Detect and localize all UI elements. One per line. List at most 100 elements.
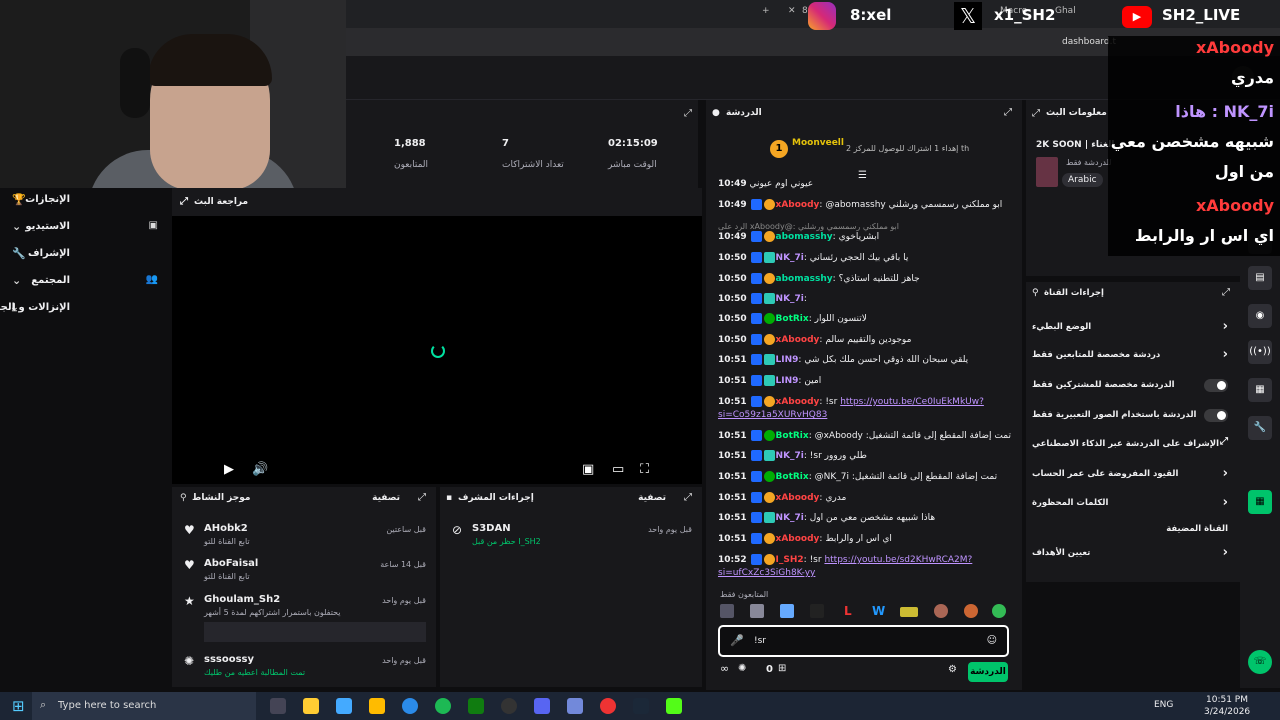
new-tab-button[interactable]: + <box>762 6 770 22</box>
chrome-icon[interactable] <box>600 698 616 714</box>
emoji-icon[interactable]: ☺ <box>987 635 997 646</box>
chat-username[interactable]: NK_7i <box>776 253 804 263</box>
channel-action-row[interactable]: تعيين الأهداف › <box>1032 544 1228 564</box>
chat-username[interactable]: xAboody <box>776 200 820 210</box>
taskbar-search[interactable]: ⌕ Type here to search <box>32 692 256 720</box>
sidebar-item-drops[interactable]: ⤓الإنزالات و الجوائز <box>0 298 160 320</box>
clock-time[interactable]: 10:51 PM <box>1206 695 1248 705</box>
shield-icon: ▪ <box>446 493 453 503</box>
fullscreen-icon[interactable]: ⛶ <box>640 462 649 477</box>
channel-action-row[interactable]: دردشة مخصصة للمتابعين فقط › <box>1032 346 1228 366</box>
channel-action-row[interactable]: الدردشة مخصصة للمشتركين فقط <box>1032 376 1228 396</box>
chat-username[interactable]: LIN9 <box>776 355 799 365</box>
sidebar-item-community[interactable]: ⌄ المجتمع 👥 <box>10 271 160 293</box>
note-icon[interactable]: ▤ <box>1248 266 1272 290</box>
emote-icon[interactable] <box>992 604 1006 618</box>
chat-username[interactable]: xAboody <box>776 397 820 407</box>
points-icon[interactable]: ✺ <box>738 663 746 674</box>
channel-action-row[interactable]: الدردشة باستخدام الصور التعبيرية فقط <box>1032 406 1228 426</box>
emote-icon[interactable] <box>964 604 978 618</box>
wrench-icon[interactable]: 🔧 <box>1248 416 1272 440</box>
language-indicator[interactable]: ENG <box>1154 700 1173 710</box>
clock-date[interactable]: 3/24/2026 <box>1204 707 1250 717</box>
theater-icon[interactable]: ▭ <box>612 462 624 477</box>
chat-username[interactable]: abomasshy <box>776 232 833 242</box>
chat-username[interactable]: BotRix <box>776 431 809 441</box>
emote-icon[interactable] <box>780 604 794 618</box>
task-view-icon[interactable] <box>270 698 286 714</box>
popout-icon[interactable]: ⤢ <box>1004 107 1012 118</box>
emote-icon[interactable] <box>900 607 918 617</box>
discord-icon[interactable] <box>534 698 550 714</box>
play-icon[interactable]: ▶ <box>224 462 234 477</box>
emote-icon[interactable]: L <box>844 604 852 618</box>
app-icon[interactable] <box>567 698 583 714</box>
chat-username[interactable]: xAboody <box>776 493 820 503</box>
volume-icon[interactable]: 🔊 <box>252 462 268 477</box>
chat-username[interactable]: LIN9 <box>776 376 799 386</box>
message-time: 10:51 <box>718 376 747 386</box>
chat-username[interactable]: NK_7i <box>776 451 804 461</box>
chat-username[interactable]: BotRix <box>776 472 809 482</box>
channel-action-row[interactable]: الإشراف على الدردشة عبر الذكاء الاصطناعي… <box>1032 435 1228 455</box>
chat-username[interactable]: I_SH2 <box>776 555 804 565</box>
obs-icon[interactable] <box>501 698 517 714</box>
popout-icon[interactable]: ⤢ <box>1032 108 1040 119</box>
vip-badge-icon <box>763 252 775 263</box>
channel-action-row[interactable]: الكلمات المحظورة › <box>1032 494 1228 514</box>
sidebar-item-moderation[interactable]: 🔧 الإشراف <box>10 244 160 266</box>
emote-icon[interactable] <box>934 604 948 618</box>
chat-username[interactable]: NK_7i <box>776 513 804 523</box>
popout-icon[interactable]: ⤢ <box>684 108 692 119</box>
filter-button[interactable]: تصفية <box>638 493 666 503</box>
play-store-icon[interactable] <box>336 698 352 714</box>
edge-icon[interactable] <box>402 698 418 714</box>
copilot-icon[interactable] <box>303 698 319 714</box>
sidebar-item-achievements[interactable]: 🏆 الإنجازات <box>10 190 160 212</box>
chat-input[interactable]: 🎤 !sr ☺ <box>718 625 1009 657</box>
chat-message: 10:50 abomasshy: جاهز للتطنيه استاذي؟ <box>718 273 920 284</box>
sidebar-item-studio[interactable]: ⌄ الاستيديو ▣ <box>10 217 160 239</box>
popout-icon[interactable]: ⤢ <box>180 196 188 207</box>
microphone-icon[interactable]: 🎤 <box>730 634 744 647</box>
emote-icon[interactable] <box>720 604 734 618</box>
chat-bubble-icon[interactable]: ◉ <box>1248 304 1272 328</box>
gift-icon[interactable]: ⊞ <box>778 663 786 674</box>
channel-action-row[interactable]: الوضع البطيء › <box>1032 318 1228 338</box>
channel-action-row[interactable]: القيود المفروضة على عمر الحساب › <box>1032 465 1228 485</box>
chat-username[interactable]: xAboody <box>776 335 820 345</box>
steam-icon[interactable] <box>633 698 649 714</box>
verified-badge-icon <box>763 471 775 482</box>
windows-start-icon[interactable]: ⊞ <box>12 697 25 715</box>
tab-close-icon[interactable]: ✕ <box>788 6 796 22</box>
xbox-icon[interactable] <box>468 698 484 714</box>
spotify-icon[interactable] <box>435 698 451 714</box>
clapper-icon[interactable]: ▦ <box>1248 490 1272 514</box>
emote-icon[interactable]: W <box>872 604 885 618</box>
chat-username[interactable]: abomasshy <box>776 274 833 284</box>
kick-icon[interactable] <box>666 698 682 714</box>
broadcast-icon[interactable]: ((•)) <box>1248 340 1272 364</box>
gear-icon[interactable]: ⚙ <box>948 664 957 675</box>
emote-icon[interactable] <box>750 604 764 618</box>
filter-button[interactable]: تصفية <box>372 493 400 503</box>
emote-icon[interactable] <box>810 604 824 618</box>
popout-icon[interactable]: ⤢ <box>684 492 692 503</box>
infinity-icon[interactable]: ∞ <box>720 662 729 675</box>
chat-send-button[interactable]: الدردشة <box>968 662 1008 682</box>
chat-username[interactable]: BotRix <box>776 314 809 324</box>
chat-username[interactable]: xAboody <box>776 534 820 544</box>
popout-icon[interactable]: ⤢ <box>1222 287 1230 298</box>
pip-icon[interactable]: ▣ <box>582 462 594 477</box>
popout-icon[interactable]: ⤢ <box>418 492 426 503</box>
chat-username[interactable]: NK_7i <box>776 294 804 304</box>
person-hair <box>148 34 272 86</box>
pin-icon[interactable]: ⚲ <box>180 493 187 503</box>
folder-icon[interactable] <box>369 698 385 714</box>
pinned-message[interactable]: 1 Moonveell إهداء 1 اشتراك للوصول للمركز… <box>766 138 1006 166</box>
toggle-switch[interactable] <box>1204 409 1228 422</box>
toggle-switch[interactable] <box>1204 379 1228 392</box>
headset-icon <box>120 48 150 118</box>
layout-icon[interactable]: ▦ <box>1248 378 1272 402</box>
support-icon[interactable]: ☏ <box>1248 650 1272 674</box>
